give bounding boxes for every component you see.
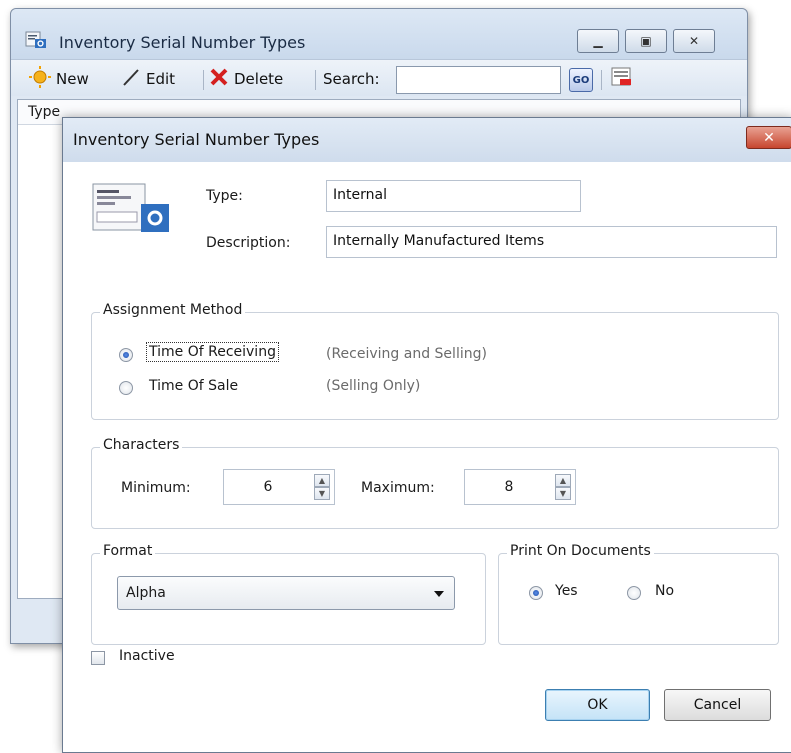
toolbar-separator <box>601 70 602 90</box>
radio-time-of-sale[interactable] <box>119 381 133 395</box>
format-selected: Alpha <box>126 585 166 601</box>
inactive-checkbox[interactable] <box>91 651 105 665</box>
dialog-titlebar[interactable]: Inventory Serial Number Types ✕ <box>63 118 791 162</box>
report-button[interactable] <box>611 67 633 91</box>
description-label: Description: <box>206 235 291 251</box>
format-dropdown[interactable]: Alpha <box>117 576 455 610</box>
minimum-value: 6 <box>263 479 273 495</box>
minimize-button[interactable]: ▁ <box>577 29 619 53</box>
delete-label: Delete <box>234 70 284 88</box>
print-no-label[interactable]: No <box>655 583 674 599</box>
close-icon: ✕ <box>763 129 775 146</box>
maximum-up-icon[interactable]: ▲ <box>555 474 571 487</box>
new-label: New <box>56 70 89 88</box>
characters-group: Characters <box>91 437 779 529</box>
window-close-button[interactable]: ✕ <box>673 29 715 53</box>
time-of-receiving-label[interactable]: Time Of Receiving <box>146 342 279 362</box>
characters-title: Characters <box>100 437 183 453</box>
dialog-close-button[interactable]: ✕ <box>746 126 791 149</box>
maximize-icon: ▣ <box>640 34 652 48</box>
serial-type-dialog: Inventory Serial Number Types ✕ Type: In… <box>62 117 791 753</box>
maximize-button[interactable]: ▣ <box>625 29 667 53</box>
toolbar: New Edit Delete Search: GO <box>11 59 747 96</box>
new-button[interactable]: New <box>29 66 89 92</box>
sun-new-icon <box>29 66 51 92</box>
toolbar-separator <box>315 70 316 90</box>
assignment-method-group: Assignment Method <box>91 302 779 420</box>
maximum-down-icon[interactable]: ▼ <box>555 487 571 500</box>
radio-time-of-receiving[interactable] <box>119 348 133 362</box>
type-label: Type: <box>206 188 243 204</box>
radio-print-yes[interactable] <box>529 586 543 600</box>
sale-hint: (Selling Only) <box>326 378 421 394</box>
minimum-stepper[interactable]: 6 ▲ ▼ <box>223 469 335 505</box>
chevron-down-icon <box>434 591 444 597</box>
serial-types-app-icon <box>25 31 47 53</box>
maximum-value: 8 <box>504 479 514 495</box>
maximum-label: Maximum: <box>361 480 435 496</box>
window-close-icon: ✕ <box>688 34 700 48</box>
dialog-title: Inventory Serial Number Types <box>73 130 320 149</box>
dialog-body: Type: Internal Description: Internally M… <box>71 162 784 744</box>
print-on-documents-title: Print On Documents <box>507 543 654 559</box>
delete-x-icon <box>209 67 229 91</box>
description-field[interactable]: Internally Manufactured Items <box>326 226 777 258</box>
time-of-sale-label[interactable]: Time Of Sale <box>149 378 238 394</box>
search-input[interactable] <box>396 66 561 94</box>
format-title: Format <box>100 543 156 559</box>
serial-type-settings-icon <box>91 182 171 240</box>
back-window-titlebar[interactable]: Inventory Serial Number Types ▁ ▣ ✕ <box>11 9 747 59</box>
assignment-method-title: Assignment Method <box>100 302 246 318</box>
receiving-hint: (Receiving and Selling) <box>326 346 487 362</box>
delete-button[interactable]: Delete <box>209 68 283 90</box>
search-label: Search: <box>323 70 380 88</box>
inactive-label[interactable]: Inactive <box>119 648 175 664</box>
maximum-stepper[interactable]: 8 ▲ ▼ <box>464 469 576 505</box>
cancel-button[interactable]: Cancel <box>664 689 771 721</box>
report-icon <box>611 67 633 91</box>
edit-button[interactable]: Edit <box>121 68 175 90</box>
toolbar-separator <box>203 70 204 90</box>
minimum-label: Minimum: <box>121 480 191 496</box>
minimum-down-icon[interactable]: ▼ <box>314 487 330 500</box>
edit-label: Edit <box>146 70 176 88</box>
back-window-title: Inventory Serial Number Types <box>59 33 306 52</box>
radio-print-no[interactable] <box>627 586 641 600</box>
ok-button[interactable]: OK <box>545 689 650 721</box>
print-yes-label[interactable]: Yes <box>555 583 578 599</box>
type-field[interactable]: Internal <box>326 180 581 212</box>
minimize-icon: ▁ <box>593 34 603 48</box>
pencil-icon <box>121 67 141 91</box>
print-on-documents-group: Print On Documents <box>498 543 779 645</box>
minimum-up-icon[interactable]: ▲ <box>314 474 330 487</box>
column-header-type[interactable]: Type <box>28 104 60 120</box>
go-button[interactable]: GO <box>569 68 593 92</box>
